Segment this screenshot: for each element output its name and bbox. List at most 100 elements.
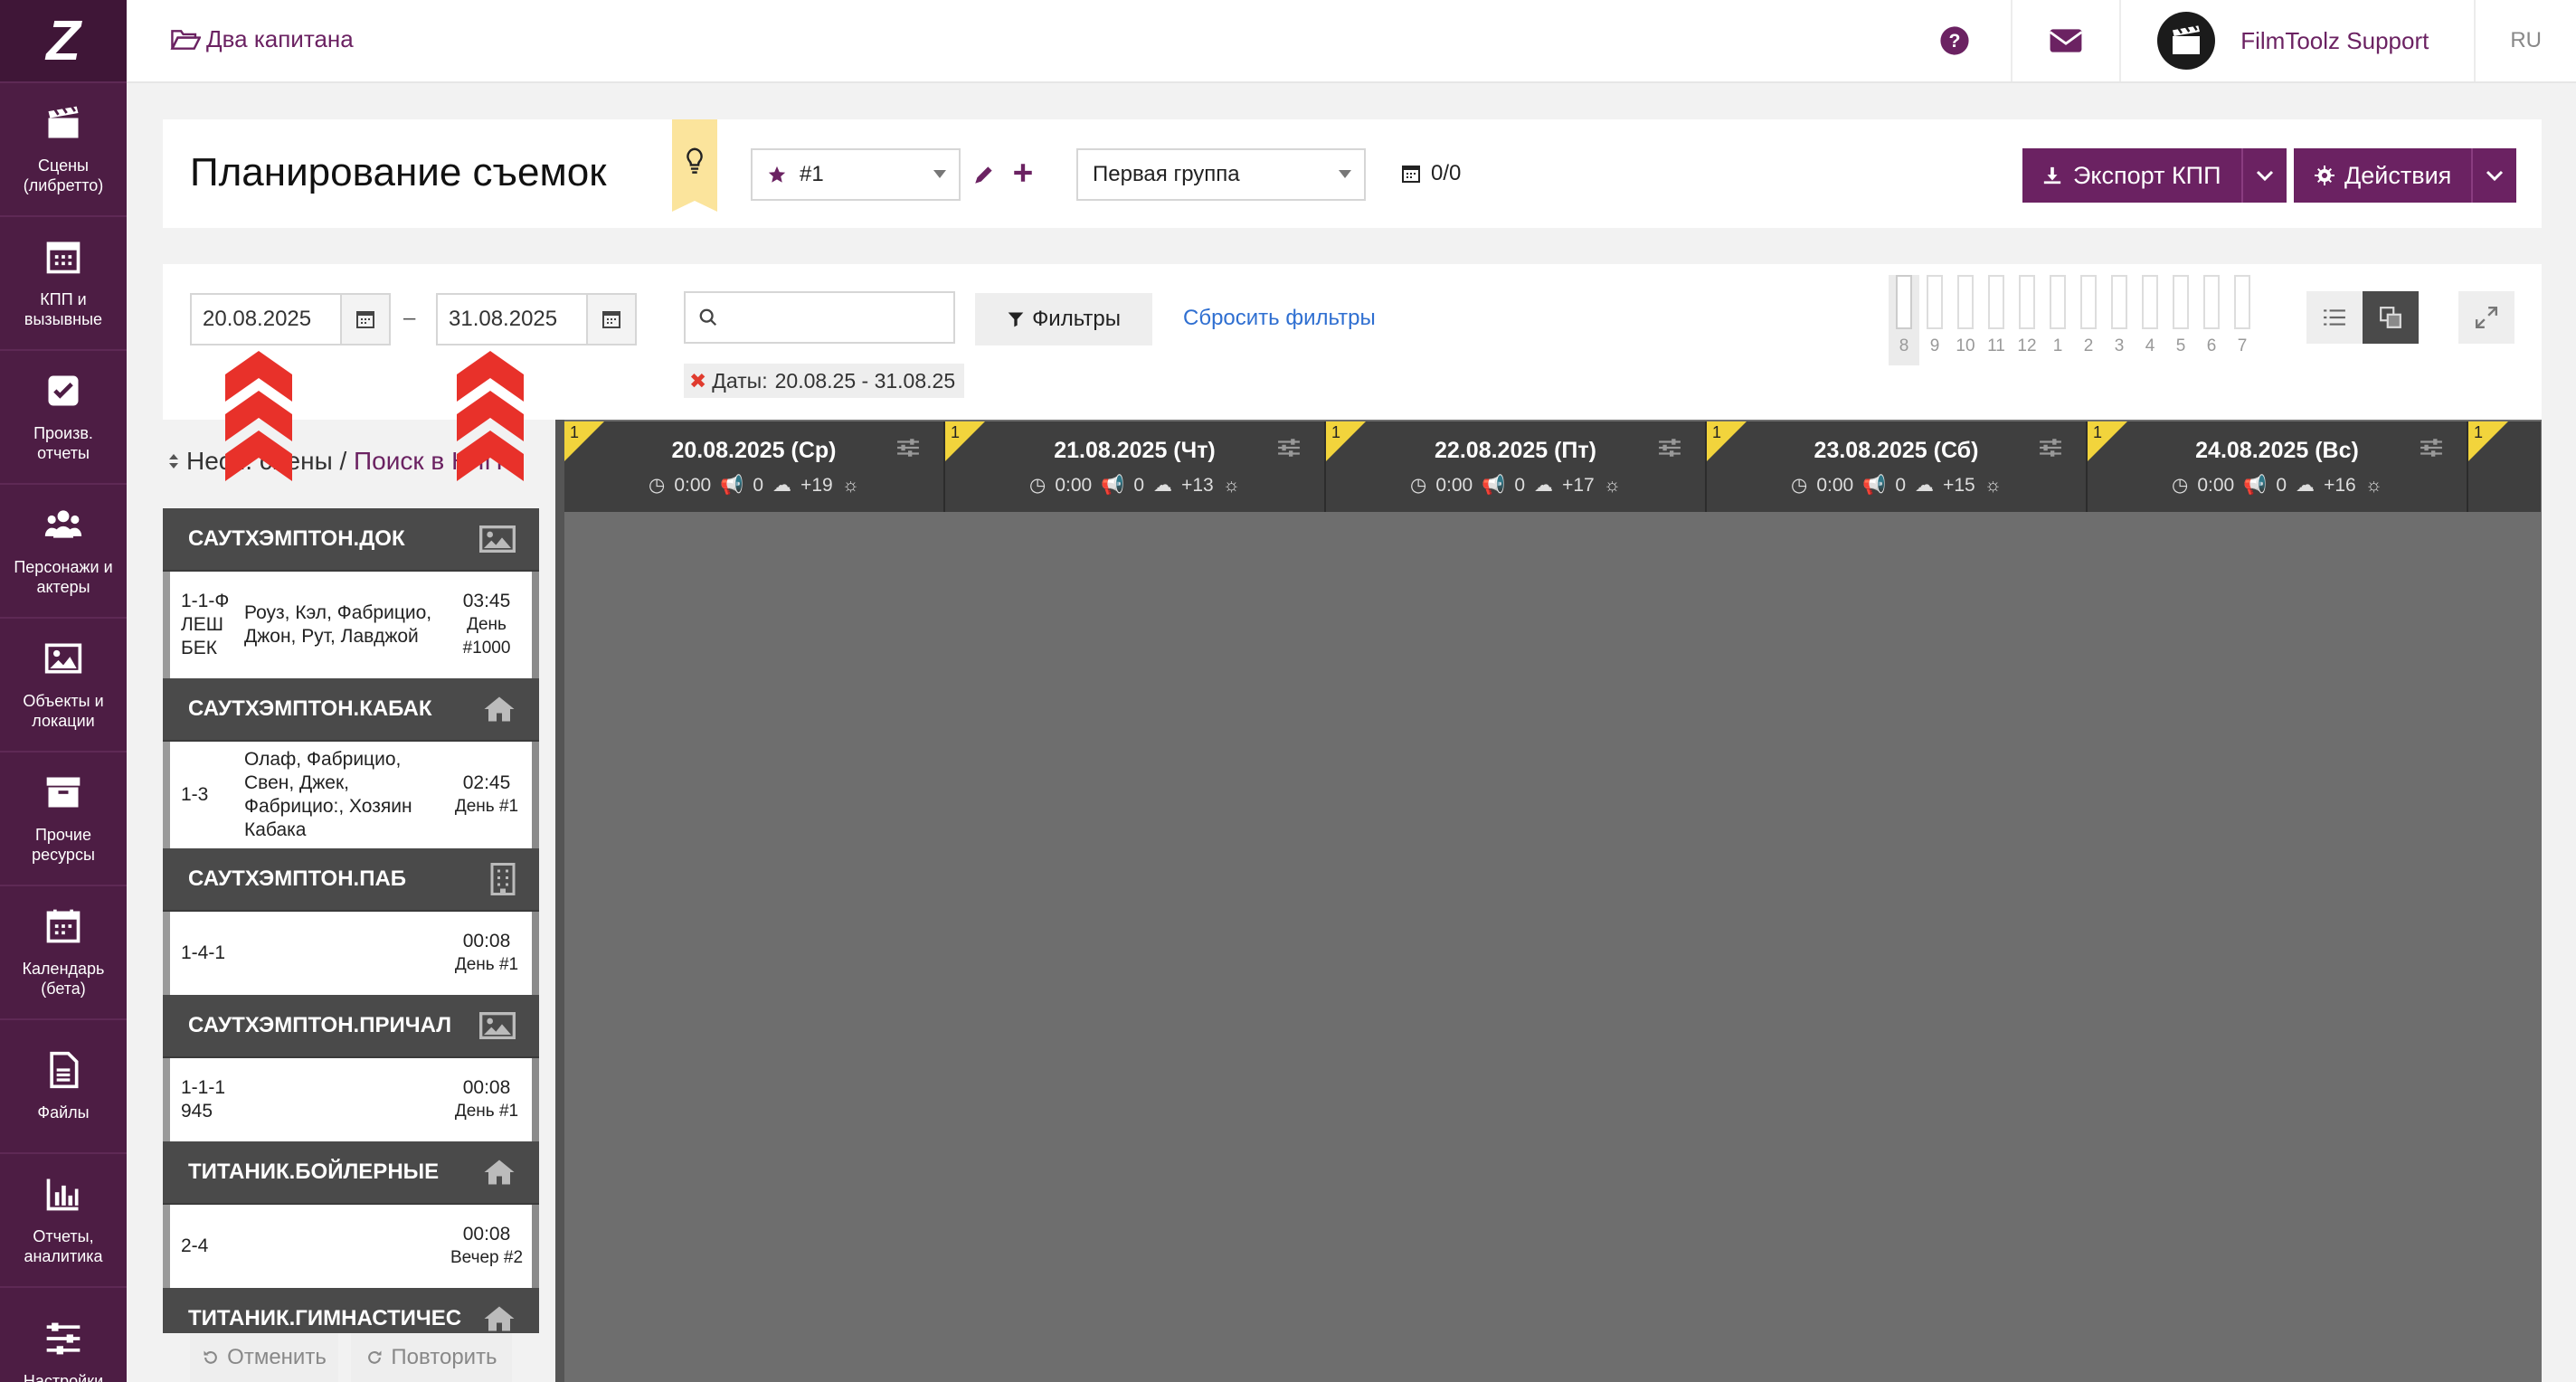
sidebar-item-resources[interactable]: Прочие ресурсы bbox=[0, 753, 127, 886]
clapperboard-icon bbox=[48, 105, 79, 138]
hour-slot[interactable]: 9 bbox=[1919, 275, 1950, 365]
sidebar-item-files[interactable]: Файлы bbox=[0, 1020, 127, 1154]
sliders-icon[interactable] bbox=[2039, 438, 2062, 458]
pencil-icon[interactable] bbox=[972, 163, 996, 186]
hour-slot[interactable]: 10 bbox=[1950, 275, 1981, 365]
project-name: Два капитана bbox=[206, 25, 354, 52]
date-from-picker[interactable] bbox=[340, 295, 389, 344]
actions-main[interactable]: Действия bbox=[2294, 148, 2471, 203]
close-icon[interactable]: ✖ bbox=[689, 369, 706, 393]
sidebar-item-locations[interactable]: Объекты и локации bbox=[0, 619, 127, 753]
day-header[interactable]: 1 21.08.2025 (Чт) ◷ 0:00 📢 0 ☁ +13 ☼ bbox=[945, 421, 1326, 512]
hour-scale: 8 9 10 11 12 1 2 3 4 5 6 7 bbox=[1889, 275, 2258, 365]
days-count-value: 0/0 bbox=[1431, 161, 1462, 185]
scene-card[interactable]: 1-3 Олаф, Фабрицио, Свен, Джек, Фабрицио… bbox=[163, 742, 532, 848]
location-header[interactable]: ТИТАНИК.ГИМНАСТИЧЕС bbox=[163, 1288, 539, 1333]
days-counter: 0/0 bbox=[1400, 161, 1461, 186]
calendar-icon bbox=[1402, 166, 1420, 183]
sliders-icon[interactable] bbox=[2420, 438, 2443, 458]
tips-tag[interactable] bbox=[672, 119, 717, 212]
location-header[interactable]: САУТХЭМПТОН.ПАБ bbox=[163, 848, 539, 912]
day-time: 0:00 bbox=[1055, 474, 1093, 496]
user-menu[interactable]: FilmToolz Support bbox=[2119, 0, 2474, 81]
sliders-icon[interactable] bbox=[1277, 438, 1301, 458]
location-header[interactable]: САУТХЭМПТОН.ДОК bbox=[163, 508, 539, 572]
hour-slot[interactable]: 12 bbox=[2012, 275, 2042, 365]
sidebar-item-label: КПП и вызывные bbox=[24, 290, 103, 328]
unscheduled-scene-list[interactable]: САУТХЭМПТОН.ДОК 1-1-Ф ЛЕШ БЕК Роуз, Кэл,… bbox=[163, 508, 539, 1333]
scene-card[interactable]: 2-4 00:08 Вечер #2 bbox=[163, 1205, 532, 1288]
reset-filters-link[interactable]: Сбросить фильтры bbox=[1183, 306, 1376, 331]
board-view-button[interactable] bbox=[2363, 291, 2419, 344]
export-kpp-button[interactable]: Экспорт КПП bbox=[2022, 148, 2287, 203]
day-header[interactable]: 1 24.08.2025 (Вс) ◷ 0:00 📢 0 ☁ +16 ☼ bbox=[2088, 421, 2468, 512]
day-header[interactable]: 1 22.08.2025 (Пт) ◷ 0:00 📢 0 ☁ +17 ☼ bbox=[1326, 421, 1707, 512]
plus-icon[interactable] bbox=[1011, 161, 1035, 185]
location-header[interactable]: ТИТАНИК.БОЙЛЕРНЫЕ bbox=[163, 1141, 539, 1205]
scene-card[interactable]: 1-1-Ф ЛЕШ БЕК Роуз, Кэл, Фабрицио, Джон,… bbox=[163, 572, 532, 678]
megaphone-icon: 📢 bbox=[1101, 474, 1125, 496]
redo-label: Повторить bbox=[391, 1345, 497, 1369]
actions-dropdown[interactable] bbox=[2471, 148, 2516, 203]
schedule-board[interactable] bbox=[555, 420, 2542, 1382]
help-button[interactable]: ? bbox=[1899, 0, 2011, 81]
group-value: Первая группа bbox=[1093, 162, 1240, 186]
date-filter-chip[interactable]: ✖ Даты: 20.08.25 - 31.08.25 bbox=[684, 364, 965, 398]
language-switch[interactable]: RU bbox=[2474, 0, 2576, 81]
day-header[interactable]: 1 20.08.2025 (Ср) ◷ 0:00 📢 0 ☁ +19 ☼ bbox=[564, 421, 945, 512]
rain-cloud-icon: ☁ bbox=[772, 475, 792, 496]
date-from-value: 20.08.2025 bbox=[203, 307, 312, 331]
sidebar-item-settings[interactable]: Настройки bbox=[0, 1288, 127, 1382]
sidebar-item-label: Произв. отчеты bbox=[33, 424, 93, 462]
people-icon bbox=[44, 510, 82, 538]
hour-slot[interactable]: 8 bbox=[1889, 275, 1919, 365]
messages-button[interactable] bbox=[2011, 0, 2119, 81]
date-to-picker[interactable] bbox=[586, 295, 635, 344]
location-name: САУТХЭМПТОН.ДОК bbox=[188, 526, 405, 551]
scene-card[interactable]: 1-4-1 00:08 День #1 bbox=[163, 912, 532, 995]
sliders-icon[interactable] bbox=[896, 438, 920, 458]
actions-button[interactable]: Действия bbox=[2294, 148, 2517, 203]
sidebar-item-kpp[interactable]: КПП и вызывные bbox=[0, 217, 127, 351]
calendar-icon bbox=[602, 311, 620, 328]
location-header[interactable]: САУТХЭМПТОН.ПРИЧАЛ bbox=[163, 995, 539, 1058]
hour-slot[interactable]: 4 bbox=[2135, 275, 2165, 365]
scene-actors: Олаф, Фабрицио, Свен, Джек, Фабрицио:, Х… bbox=[244, 749, 412, 840]
sidebar-item-analytics[interactable]: Отчеты, аналитика bbox=[0, 1154, 127, 1288]
actions-label: Действия bbox=[2344, 161, 2452, 189]
redo-button[interactable]: Повторить bbox=[351, 1333, 512, 1382]
hour-slot[interactable]: 6 bbox=[2196, 275, 2227, 365]
search-input[interactable] bbox=[684, 291, 955, 344]
sidebar-item-scenes[interactable]: Сцены (либретто) bbox=[0, 83, 127, 217]
group-select[interactable]: Первая группа bbox=[1076, 148, 1366, 201]
sidebar-item-reports-prod[interactable]: Произв. отчеты bbox=[0, 351, 127, 485]
hour-slot[interactable]: 5 bbox=[2165, 275, 2196, 365]
list-view-button[interactable] bbox=[2306, 291, 2363, 344]
scene-card[interactable]: 1-1-1 945 00:08 День #1 bbox=[163, 1058, 532, 1141]
app-logo[interactable]: Z bbox=[0, 0, 127, 83]
archive-icon bbox=[46, 777, 80, 808]
sidebar-item-calendar[interactable]: Календарь (бета) bbox=[0, 886, 127, 1020]
date-from-field[interactable]: 20.08.2025 bbox=[190, 293, 391, 346]
filters-button[interactable]: Фильтры bbox=[975, 293, 1152, 346]
hour-slot[interactable]: 3 bbox=[2104, 275, 2135, 365]
hour-slot[interactable]: 11 bbox=[1981, 275, 2012, 365]
version-select[interactable]: #1 bbox=[751, 148, 961, 201]
sidebar-item-characters[interactable]: Персонажи и актеры bbox=[0, 485, 127, 619]
hour-slot[interactable]: 1 bbox=[2042, 275, 2073, 365]
hour-slot[interactable]: 2 bbox=[2073, 275, 2104, 365]
fullscreen-button[interactable] bbox=[2458, 291, 2514, 344]
project-link[interactable]: Два капитана bbox=[170, 25, 354, 53]
export-kpp-dropdown[interactable] bbox=[2240, 148, 2287, 203]
day-header[interactable]: 1 23.08.2025 (Сб) ◷ 0:00 📢 0 ☁ +15 ☼ bbox=[1707, 421, 2088, 512]
board-scrollbar[interactable] bbox=[555, 420, 564, 1382]
undo-button[interactable]: Отменить bbox=[190, 1333, 338, 1382]
chevron-down-icon bbox=[933, 170, 946, 178]
hour-slot[interactable]: 7 bbox=[2227, 275, 2258, 365]
location-header[interactable]: САУТХЭМПТОН.КАБАК bbox=[163, 678, 539, 742]
day-header[interactable]: 1 bbox=[2468, 421, 2541, 512]
date-to-field[interactable]: 31.08.2025 bbox=[436, 293, 637, 346]
export-kpp-main[interactable]: Экспорт КПП bbox=[2022, 148, 2241, 203]
day-meta: ◷ 0:00 📢 0 ☁ +13 ☼ bbox=[945, 474, 1324, 497]
sliders-icon[interactable] bbox=[1658, 438, 1681, 458]
